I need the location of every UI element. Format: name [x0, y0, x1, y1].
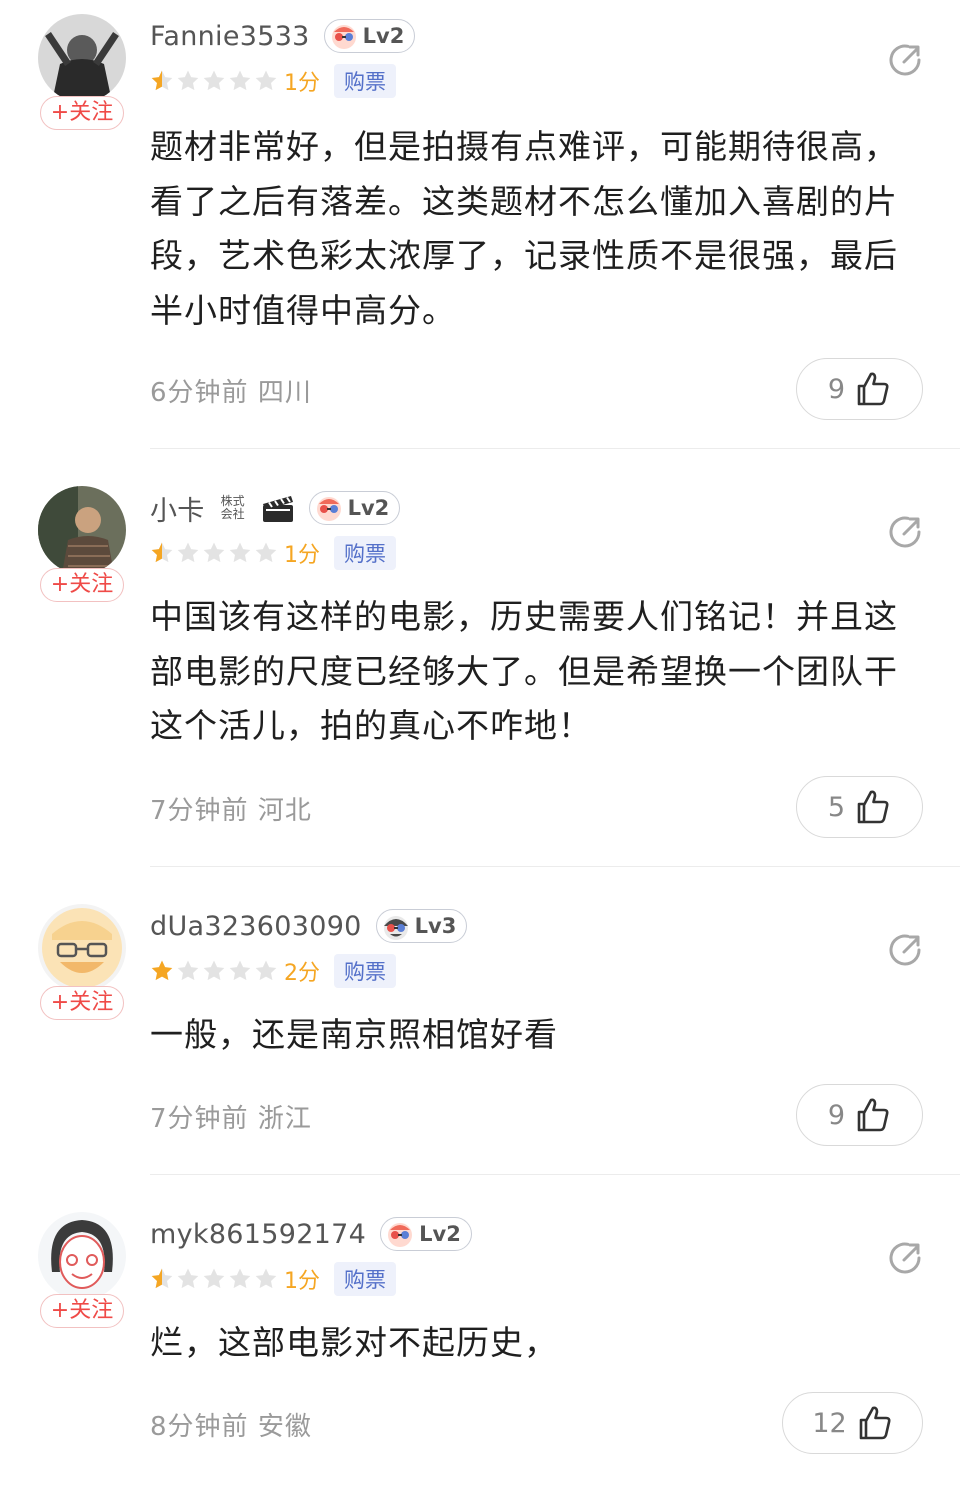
ticket-badge: 购票: [334, 64, 396, 98]
share-icon[interactable]: [886, 1238, 926, 1278]
star-icon: [255, 542, 277, 563]
comment-text: 题材非常好，但是拍摄有点难评，可能期待很高，看了之后有落差。这类题材不怎么懂加入…: [150, 127, 898, 330]
star-icon: [203, 70, 225, 91]
thumbs-up-icon: [857, 790, 889, 824]
star-icon: [203, 1268, 225, 1289]
star-icon: [177, 960, 199, 981]
star-icon: [177, 70, 199, 91]
comment-item: +关注 Fannie3533 Lv2 1分 购票 题材非常好，但是拍摄有点难评，…: [0, 0, 960, 440]
share-icon[interactable]: [886, 512, 926, 552]
like-count: 9: [827, 373, 846, 405]
star-icon: [255, 70, 277, 91]
like-button[interactable]: 9: [796, 358, 923, 420]
level-label: Lv2: [362, 24, 405, 48]
company-tag: 株式会社: [220, 494, 245, 521]
username[interactable]: 小卡: [150, 489, 205, 528]
comment-item: +关注 dUa323603090 Lv3 2分 购票 一般，还是南京照相馆好看 …: [0, 890, 960, 1180]
star-icon: [203, 542, 225, 563]
thumbs-up-icon: [859, 1406, 891, 1440]
follow-button[interactable]: +关注: [40, 96, 124, 130]
follow-button[interactable]: +关注: [40, 986, 124, 1020]
like-button[interactable]: 12: [782, 1392, 923, 1454]
level-label: Lv2: [347, 496, 390, 520]
comment-meta: 7分钟前 浙江: [150, 1098, 312, 1135]
star-icon: [229, 960, 251, 981]
comment-time: 7分钟前: [150, 796, 249, 826]
star-icon: [229, 542, 251, 563]
comment-item: +关注 小卡 株式会社 Lv2 1分 购票 中国该有这样的电影，历史需要人们铭记…: [0, 472, 960, 872]
like-button[interactable]: 5: [796, 776, 923, 838]
star-icon: [151, 960, 173, 981]
score-label: 1分: [284, 1269, 320, 1294]
level-face-icon: [383, 916, 408, 940]
comment-text: 一般，还是南京照相馆好看: [150, 1015, 558, 1054]
half-star-icon: [151, 542, 173, 563]
star-icon: [177, 1268, 199, 1289]
level-badge: Lv2: [323, 19, 416, 53]
like-count: 9: [827, 1099, 846, 1131]
star-icon: [229, 1268, 251, 1289]
comment-item: +关注 myk861592174 Lv2 1分 购票 烂，这部电影对不起历史， …: [0, 1198, 960, 1485]
star-icon: [203, 960, 225, 981]
comment-location: 河北: [257, 796, 312, 826]
level-badge: Lv3: [375, 909, 468, 943]
ticket-badge: 购票: [334, 536, 396, 570]
like-button[interactable]: 9: [796, 1084, 923, 1146]
like-count: 12: [812, 1407, 847, 1439]
divider: [150, 448, 960, 449]
comment-text: 烂，这部电影对不起历史，: [150, 1323, 558, 1362]
clapperboard-icon: [262, 496, 293, 522]
star-icon: [255, 960, 277, 981]
thumbs-up-icon: [857, 372, 889, 406]
ticket-badge: 购票: [334, 954, 396, 988]
half-star-icon: [151, 70, 173, 91]
half-star-icon: [151, 1268, 173, 1289]
comment-time: 6分钟前: [150, 378, 249, 408]
score-label: 1分: [284, 71, 320, 96]
level-badge: Lv2: [380, 1217, 472, 1251]
comment-meta: 8分钟前 安徽: [150, 1406, 312, 1443]
level-face-icon: [316, 497, 341, 521]
avatar[interactable]: [38, 14, 126, 102]
level-badge: Lv2: [308, 491, 401, 525]
thumbs-up-icon: [857, 1098, 889, 1132]
comment-text: 中国该有这样的电影，历史需要人们铭记！并且这部电影的尺度已经够大了。但是希望换一…: [150, 597, 898, 745]
score-label: 2分: [284, 961, 320, 986]
avatar[interactable]: [38, 486, 126, 574]
username[interactable]: myk861592174: [150, 1219, 366, 1250]
share-icon[interactable]: [886, 930, 926, 970]
comment-meta: 7分钟前 河北: [150, 790, 312, 827]
comment-location: 安徽: [257, 1412, 312, 1442]
share-icon[interactable]: [886, 40, 926, 80]
username[interactable]: Fannie3533: [150, 21, 310, 52]
username[interactable]: dUa323603090: [150, 911, 362, 942]
star-icon: [177, 542, 199, 563]
level-label: Lv2: [419, 1222, 461, 1246]
score-label: 1分: [284, 543, 320, 568]
follow-button[interactable]: +关注: [40, 568, 124, 602]
level-label: Lv3: [414, 914, 457, 938]
level-face-icon: [331, 25, 356, 49]
comment-meta: 6分钟前 四川: [150, 372, 312, 409]
level-face-icon: [388, 1223, 413, 1247]
star-icon: [229, 70, 251, 91]
comment-time: 8分钟前: [150, 1412, 249, 1442]
comment-time: 7分钟前: [150, 1104, 249, 1134]
avatar[interactable]: [38, 1212, 126, 1300]
like-count: 5: [827, 791, 846, 823]
avatar[interactable]: [38, 904, 126, 992]
divider: [150, 1174, 960, 1175]
divider: [150, 866, 960, 867]
comment-location: 浙江: [257, 1104, 312, 1134]
star-icon: [255, 1268, 277, 1289]
comment-location: 四川: [257, 378, 312, 408]
ticket-badge: 购票: [334, 1262, 396, 1296]
follow-button[interactable]: +关注: [40, 1294, 124, 1328]
